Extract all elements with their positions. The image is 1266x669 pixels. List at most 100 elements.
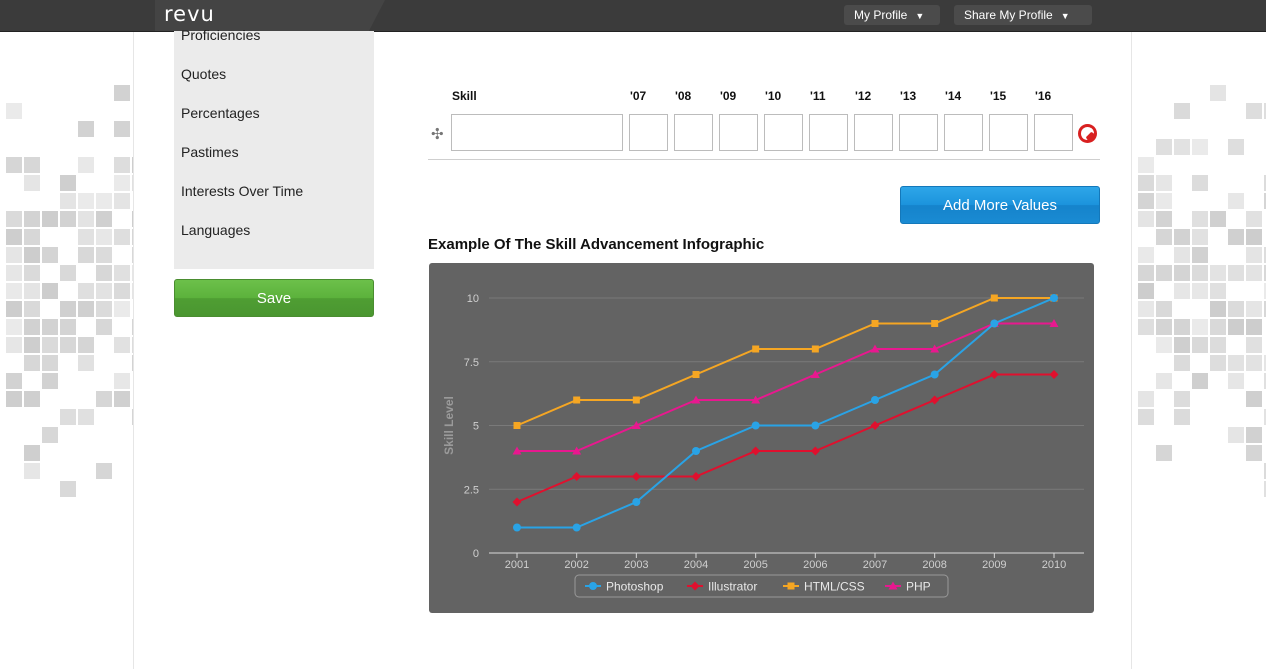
decor-square [114,283,130,299]
year-value-input-14[interactable] [944,114,983,151]
decor-square [60,409,76,425]
decor-square [1156,265,1172,281]
decor-square [24,247,40,263]
decor-square [96,247,112,263]
year-header-12: '12 [855,89,872,103]
add-more-values-button[interactable]: Add More Values [900,186,1100,224]
decor-square [6,373,22,389]
nav-item-languages[interactable]: Languages [181,222,250,238]
decor-square [42,283,58,299]
decor-square [114,337,130,353]
decor-square [1174,391,1190,407]
decor-square [24,157,40,173]
save-button[interactable]: Save [174,279,374,317]
decor-square [1156,193,1172,209]
decor-square [78,409,94,425]
year-value-input-15[interactable] [989,114,1028,151]
decor-square [1174,103,1190,119]
year-value-input-11[interactable] [809,114,848,151]
x-tick-label: 2007 [863,559,887,571]
decor-square [1174,247,1190,263]
data-point [632,396,640,404]
year-value-input-12[interactable] [854,114,893,151]
decor-square [1228,193,1244,209]
data-point [572,472,582,481]
decor-square [1246,247,1262,263]
decor-square [24,463,40,479]
nav-item-proficiencies[interactable]: Proficiencies [181,27,260,43]
decor-square [96,229,112,245]
delete-icon[interactable] [1078,124,1097,143]
decor-square [114,157,130,173]
year-header-16: '16 [1035,89,1052,103]
decor-square [1228,319,1244,335]
decor-square [1210,85,1226,101]
decor-square [1192,229,1208,245]
data-point [513,422,521,429]
decor-square [6,265,22,281]
skill-name-input[interactable] [451,114,623,151]
decor-square [24,211,40,227]
legend-marker [787,582,795,590]
decor-square [1174,283,1190,299]
data-point [691,472,701,481]
legend-label: HTML/CSS [804,580,865,594]
year-header-09: '09 [720,89,737,103]
year-value-input-13[interactable] [899,114,938,151]
data-point [810,446,820,456]
decor-square [60,175,76,191]
decor-square [6,391,22,407]
year-header-13: '13 [900,89,917,103]
decor-square [1246,427,1262,443]
decor-square [42,373,58,389]
decor-square [96,319,112,335]
nav-item-quotes[interactable]: Quotes [181,66,226,82]
decor-square [96,283,112,299]
year-value-input-08[interactable] [674,114,713,151]
y-tick-label: 7.5 [464,357,479,369]
decor-square [1192,139,1208,155]
decor-square [1228,139,1244,155]
decor-square [96,265,112,281]
decor-square [1210,319,1226,335]
year-value-input-07[interactable] [629,114,668,151]
decor-square [1246,355,1262,371]
decor-square [1192,265,1208,281]
decor-square [78,193,94,209]
decor-square [1138,409,1154,425]
x-tick-label: 2004 [684,559,708,571]
my-profile-menu[interactable]: My Profile ▼ [844,5,940,25]
decor-square [60,265,76,281]
legend-label: Photoshop [606,580,664,594]
decor-square [60,301,76,317]
decor-square [42,211,58,227]
decor-square [24,301,40,317]
year-value-input-09[interactable] [719,114,758,151]
year-value-input-16[interactable] [1034,114,1073,151]
decor-square [42,247,58,263]
decor-square [114,121,130,137]
share-my-profile-menu[interactable]: Share My Profile ▼ [954,5,1092,25]
nav-item-percentages[interactable]: Percentages [181,105,260,121]
nav-item-pastimes[interactable]: Pastimes [181,144,239,160]
decor-square [1210,301,1226,317]
decor-square [96,391,112,407]
decor-square [1210,355,1226,371]
chevron-down-icon: ▼ [915,11,925,21]
decor-square [1246,211,1262,227]
data-point [871,320,879,327]
data-point [513,523,521,532]
revu-logo[interactable]: revu [164,2,215,26]
decor-square [1138,211,1154,227]
share-my-profile-label: Share My Profile [964,8,1053,22]
data-point [811,421,820,430]
decor-square [1156,211,1172,227]
decor-square [6,319,22,335]
data-point [751,446,761,456]
decor-square [1156,337,1172,353]
section-nav-panel: Proficiencies Quotes Percentages Pastime… [174,27,374,269]
move-icon[interactable]: ✣ [431,125,444,143]
nav-item-interests-over-time[interactable]: Interests Over Time [181,183,303,199]
year-value-input-10[interactable] [764,114,803,151]
decor-square [1138,391,1154,407]
